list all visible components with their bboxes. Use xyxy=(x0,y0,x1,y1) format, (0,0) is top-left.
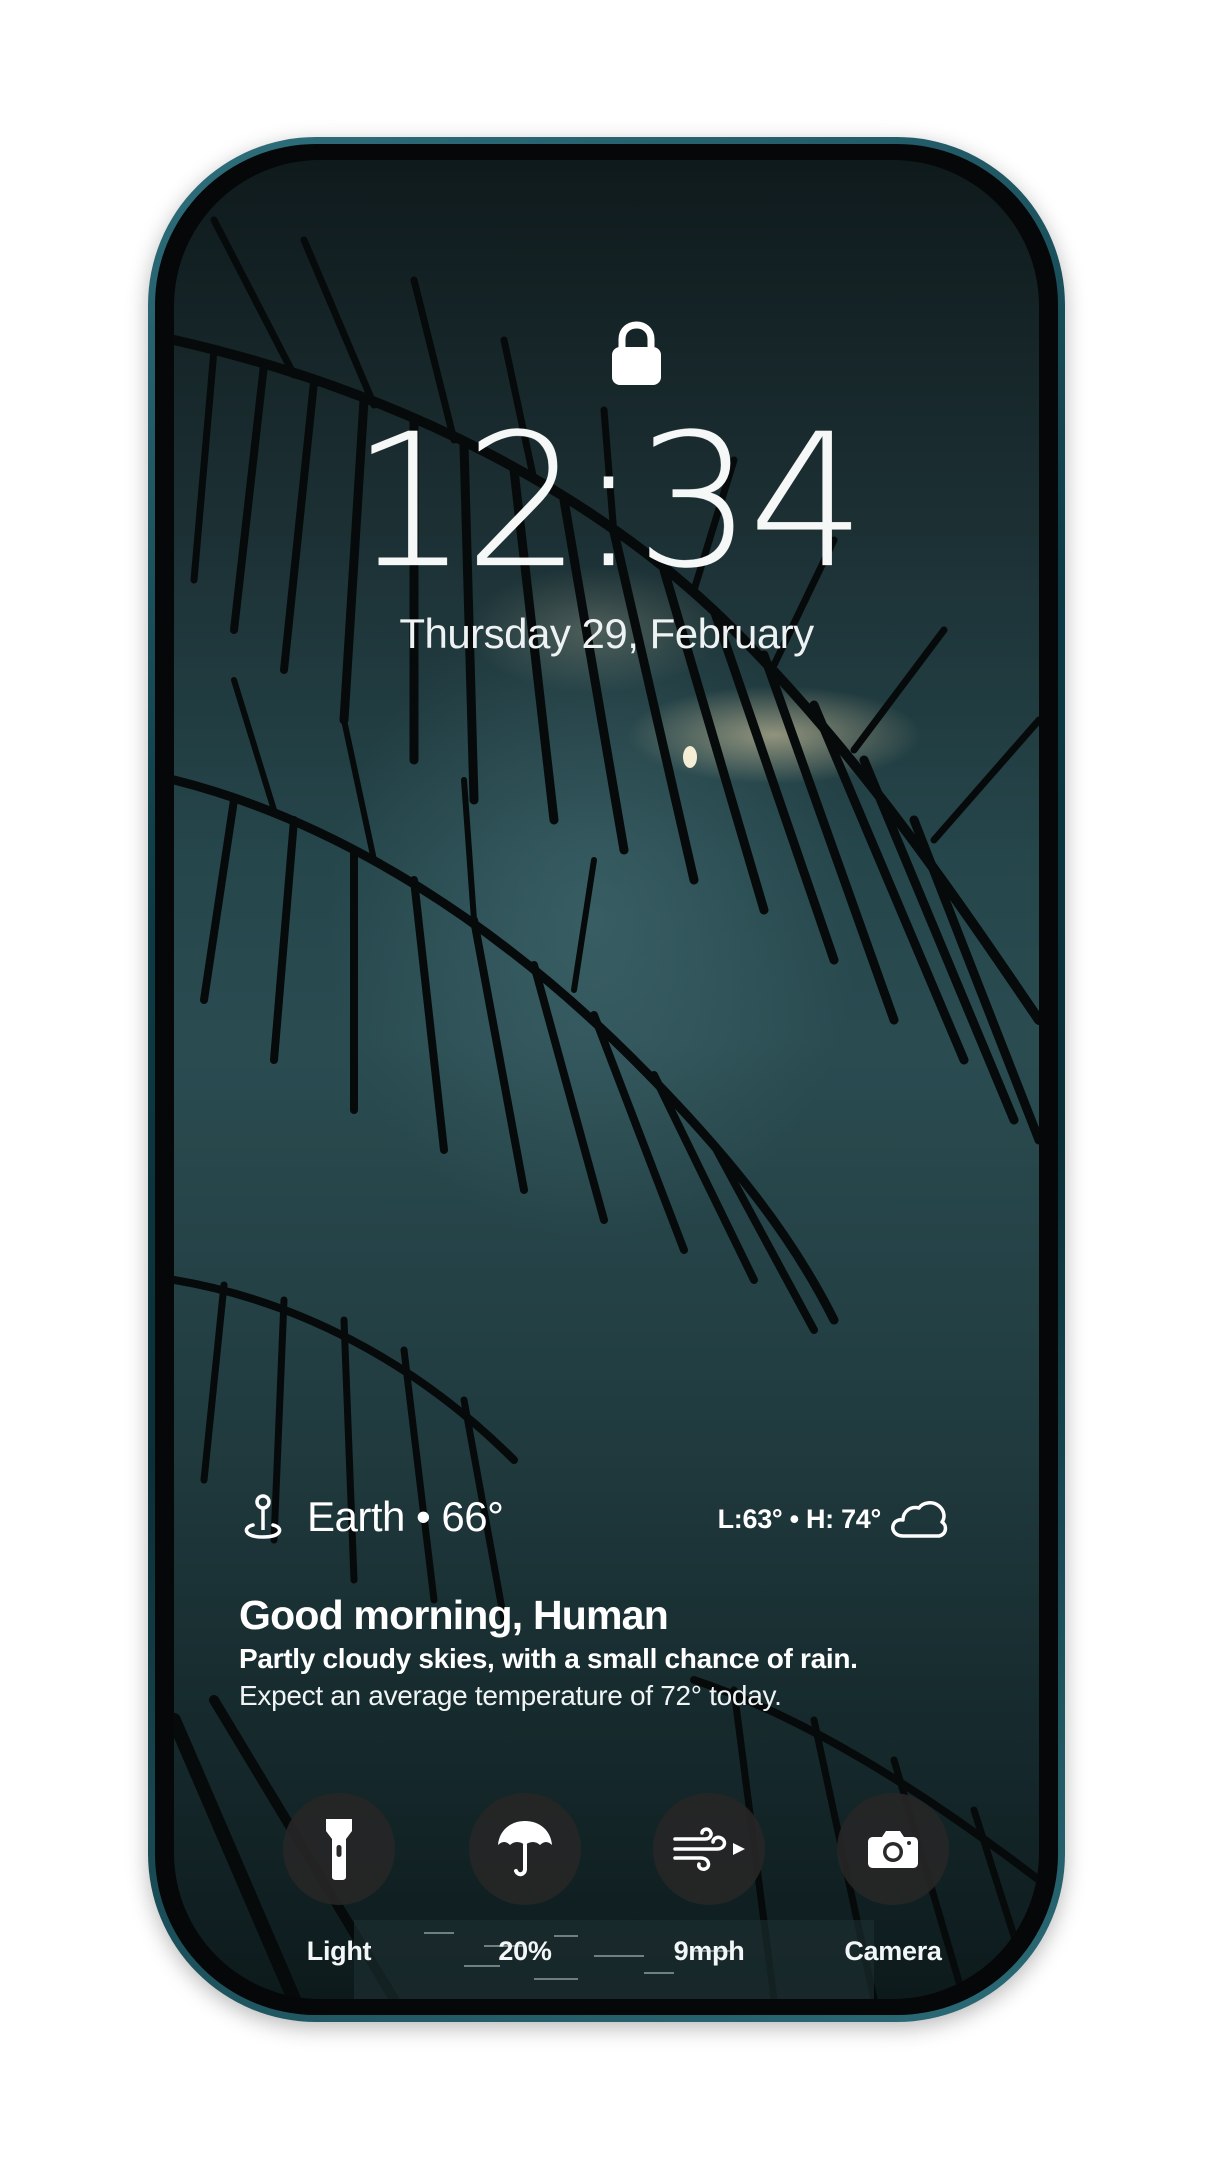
forecast-detail: Expect an average temperature of 72° tod… xyxy=(239,1680,782,1711)
wind-icon xyxy=(673,1827,745,1871)
phone-bezel: 12:34 Thursday 29, February Earth • 66° … xyxy=(155,144,1058,2015)
camera-button[interactable] xyxy=(837,1793,949,1905)
wind-speed-label: 9mph xyxy=(673,1936,745,1966)
flashlight-label: Light xyxy=(306,1936,372,1966)
phone-frame: 12:34 Thursday 29, February Earth • 66° … xyxy=(148,137,1065,2022)
rain-chance-button[interactable] xyxy=(469,1793,581,1905)
camera-icon xyxy=(868,1831,918,1868)
camera-label: Camera xyxy=(844,1936,942,1966)
cloud-icon xyxy=(891,1501,948,1538)
wind-button[interactable] xyxy=(653,1793,765,1905)
date-label: Thursday 29, February xyxy=(399,610,814,657)
location-group: Earth • 66° xyxy=(239,1493,504,1541)
lock-icon xyxy=(612,321,661,385)
forecast-summary: Partly cloudy skies, with a small chance… xyxy=(239,1643,858,1674)
flashlight-button[interactable] xyxy=(283,1793,395,1905)
rain-chance-label: 20% xyxy=(498,1936,552,1966)
flashlight-icon xyxy=(326,1819,352,1880)
lock-screen: 12:34 Thursday 29, February Earth • 66° … xyxy=(174,160,1039,1999)
weather-row: Earth • 66° L:63° • H: 74° xyxy=(174,1493,1039,1549)
greeting-title: Good morning, Human xyxy=(239,1592,669,1638)
location-temperature: Earth • 66° xyxy=(307,1493,504,1540)
map-pin-icon xyxy=(244,1494,282,1539)
temperature-range: L:63° • H: 74° xyxy=(717,1504,882,1534)
umbrella-icon xyxy=(498,1821,552,1877)
clock-time: 12:34 xyxy=(351,395,866,609)
